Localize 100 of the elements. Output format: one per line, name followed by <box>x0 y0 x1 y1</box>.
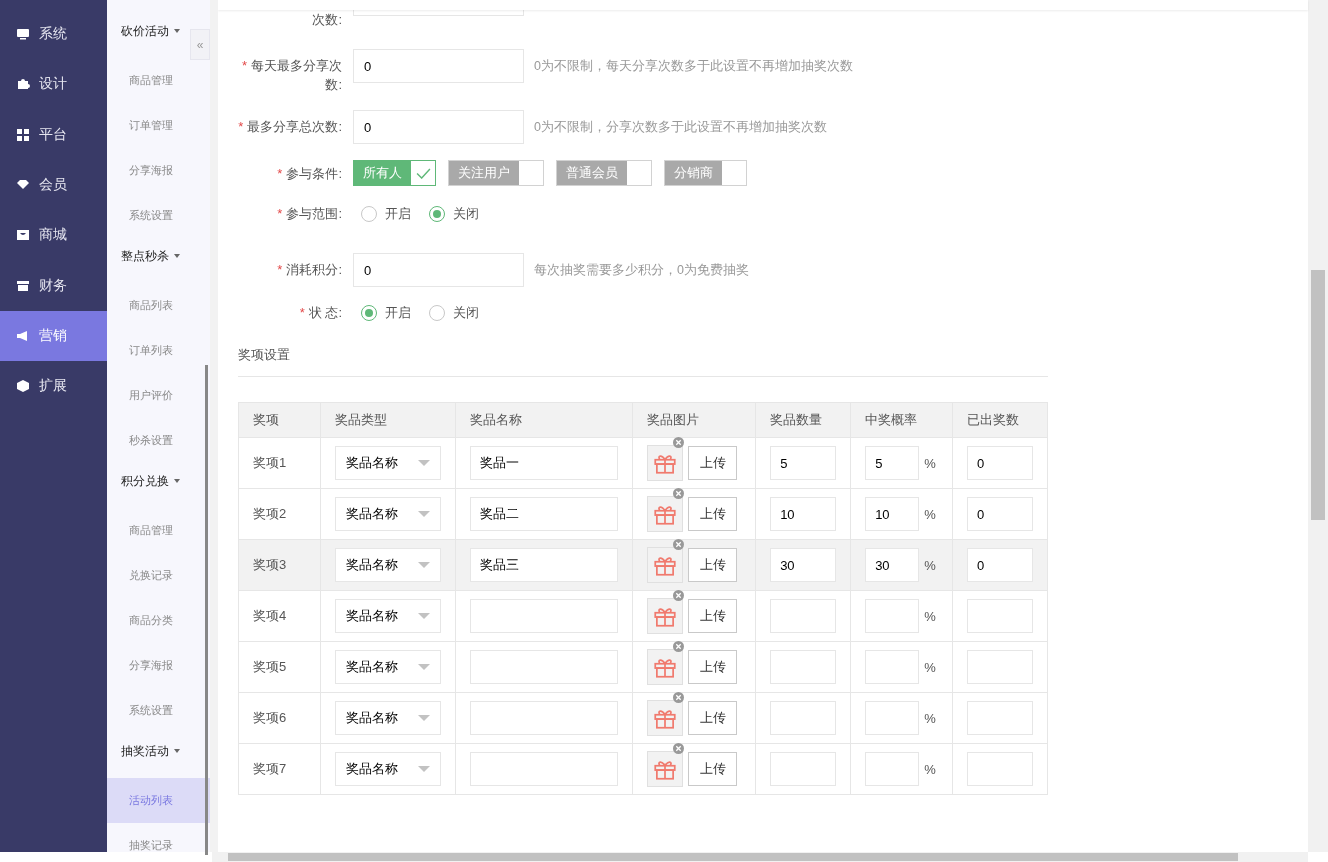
image-thumbnail[interactable] <box>647 496 684 532</box>
input-field[interactable] <box>770 650 837 684</box>
menu-item[interactable]: 分享海报 <box>107 148 210 193</box>
menu-item[interactable]: 商品列表 <box>107 283 210 328</box>
menu-group-title[interactable]: 抽奖活动 <box>121 743 169 760</box>
select-field[interactable]: 奖品名称 <box>335 497 442 531</box>
menu-item[interactable]: 订单列表 <box>107 328 210 373</box>
percent-sign: % <box>924 608 936 624</box>
menu-item[interactable]: 系统设置 <box>107 688 210 733</box>
input-field[interactable] <box>967 650 1033 684</box>
image-thumbnail[interactable] <box>647 598 684 634</box>
input-field[interactable]: 10 <box>865 497 920 531</box>
input-field[interactable] <box>967 599 1033 633</box>
upload-button[interactable]: 上传 <box>688 599 738 633</box>
menu-group-title[interactable]: 积分兑换 <box>121 473 169 490</box>
menu-item[interactable]: 商品分类 <box>107 598 210 643</box>
input-field[interactable] <box>865 701 920 735</box>
input-field[interactable]: 奖品一 <box>470 446 619 480</box>
input-field[interactable] <box>865 752 920 786</box>
remove-icon[interactable] <box>673 488 685 499</box>
input-field[interactable]: 5 <box>770 446 837 480</box>
menu-item[interactable]: 商品管理 <box>107 508 210 553</box>
nav-item[interactable]: 设计 <box>0 59 107 110</box>
nav-item[interactable]: 会员 <box>0 159 107 211</box>
input-field[interactable] <box>967 701 1033 735</box>
input-field[interactable]: 奖品三 <box>470 548 619 582</box>
input-field[interactable]: 30 <box>770 548 837 582</box>
select-field[interactable]: 奖品名称 <box>335 650 442 684</box>
horizontal-scrollbar[interactable] <box>212 852 1308 862</box>
input-field[interactable] <box>770 599 837 633</box>
upload-button[interactable]: 上传 <box>688 650 738 684</box>
nav-item[interactable]: 商城 <box>0 210 107 261</box>
input-field[interactable] <box>770 752 837 786</box>
percent-sign: % <box>924 506 936 522</box>
remove-icon[interactable] <box>673 437 685 448</box>
input-field[interactable] <box>470 701 619 735</box>
menu-item[interactable]: 商品管理 <box>107 58 210 103</box>
sidebar-scrollbar[interactable] <box>205 365 208 855</box>
vertical-scrollbar[interactable] <box>1308 0 1328 852</box>
input-field[interactable]: 0 <box>353 253 524 287</box>
menu-item[interactable]: 分享海报 <box>107 643 210 688</box>
image-thumbnail[interactable] <box>647 547 684 583</box>
input-field[interactable] <box>770 701 837 735</box>
remove-icon[interactable] <box>673 692 685 703</box>
input-field[interactable] <box>470 650 619 684</box>
upload-button[interactable]: 上传 <box>688 548 738 582</box>
remove-icon[interactable] <box>673 590 685 601</box>
select-field[interactable]: 奖品名称 <box>335 599 442 633</box>
input-field[interactable]: 0 <box>967 446 1033 480</box>
input-field[interactable] <box>353 10 524 16</box>
input-field[interactable]: 0 <box>353 49 524 83</box>
image-thumbnail[interactable] <box>647 445 684 481</box>
menu-item[interactable]: 订单管理 <box>107 103 210 148</box>
input-field[interactable] <box>470 752 619 786</box>
column-header: 奖品名称 <box>455 402 633 438</box>
image-thumbnail[interactable] <box>647 700 684 736</box>
menu-group-title[interactable]: 整点秒杀 <box>121 248 169 265</box>
select-field[interactable]: 奖品名称 <box>335 446 442 480</box>
select-field[interactable]: 奖品名称 <box>335 548 442 582</box>
image-thumbnail[interactable] <box>647 649 684 685</box>
remove-icon[interactable] <box>673 539 685 550</box>
menu-group-title[interactable]: 砍价活动 <box>121 23 169 40</box>
remove-icon[interactable] <box>673 641 685 652</box>
nav-label: 系统 <box>39 25 67 44</box>
upload-button[interactable]: 上传 <box>688 701 738 735</box>
radio-label[interactable]: 关闭 <box>453 303 479 322</box>
radio-label[interactable]: 开启 <box>385 303 411 322</box>
input-field[interactable]: 0 <box>967 548 1033 582</box>
input-field[interactable] <box>865 650 920 684</box>
nav-item[interactable]: 营销 <box>0 310 107 362</box>
table-cell: 奖项3 <box>238 539 321 591</box>
input-field[interactable] <box>967 752 1033 786</box>
upload-button[interactable]: 上传 <box>688 446 738 480</box>
select-field[interactable]: 奖品名称 <box>335 701 442 735</box>
input-field[interactable]: 5 <box>865 446 920 480</box>
image-thumbnail[interactable] <box>647 751 684 787</box>
upload-button[interactable]: 上传 <box>688 752 738 786</box>
input-field[interactable]: 奖品二 <box>470 497 619 531</box>
menu-item[interactable]: 秒杀设置 <box>107 418 210 463</box>
menu-item[interactable]: 系统设置 <box>107 193 210 238</box>
input-field[interactable] <box>865 599 920 633</box>
menu-item[interactable]: 抽奖记录 <box>107 823 210 862</box>
remove-icon[interactable] <box>673 743 685 754</box>
menu-item[interactable]: 用户评价 <box>107 373 210 418</box>
nav-item[interactable]: 系统 <box>0 9 107 60</box>
nav-item[interactable]: 平台 <box>0 109 107 160</box>
nav-item[interactable]: 扩展 <box>0 361 107 412</box>
upload-button[interactable]: 上传 <box>688 497 738 531</box>
input-field[interactable]: 10 <box>770 497 837 531</box>
input-field[interactable]: 0 <box>967 497 1033 531</box>
menu-item[interactable]: 兑换记录 <box>107 553 210 598</box>
input-field[interactable]: 0 <box>353 110 524 144</box>
percent-sign: % <box>924 710 936 726</box>
input-field[interactable] <box>470 599 619 633</box>
field-label: 次数: <box>312 12 342 27</box>
input-field[interactable]: 30 <box>865 548 920 582</box>
radio-label[interactable]: 关闭 <box>453 204 479 223</box>
radio-label[interactable]: 开启 <box>385 204 411 223</box>
select-field[interactable]: 奖品名称 <box>335 752 442 786</box>
nav-item[interactable]: 财务 <box>0 260 107 311</box>
